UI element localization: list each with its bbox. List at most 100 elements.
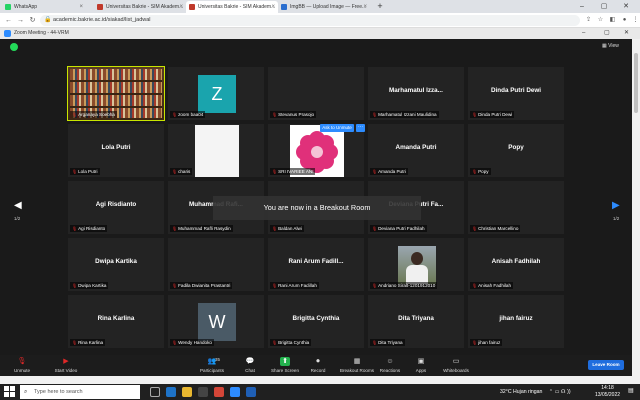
participant-tile[interactable]: 🎙Arganaya Soebha (67, 66, 165, 121)
toolbar-share-screen-button[interactable]: ⬆ Share Screen (270, 357, 300, 373)
maximize-icon[interactable]: ▢ (594, 0, 614, 13)
participant-tile[interactable]: Agi Risdianto 🎙Agi Risdianto (67, 180, 165, 235)
mic-muted-icon: 🎙 (472, 169, 478, 174)
security-shield-icon[interactable] (10, 43, 18, 51)
participant-tile[interactable]: Z 🎙zoom baa04 (167, 66, 265, 121)
reload-icon[interactable]: ↻ (27, 15, 38, 26)
participant-tile[interactable]: 🎙Stevanus Prasojo (267, 66, 365, 121)
view-button[interactable]: ▦ View (602, 43, 619, 49)
participant-label: 🎙Wendy Handoko (170, 339, 214, 346)
toolbar-breakout-rooms-button[interactable]: ▦ Breakout Rooms (337, 357, 377, 373)
toolbar-unmute-button[interactable]: 🎙 Unmute (8, 357, 36, 373)
participant-tile[interactable]: Amanda Putri 🎙Amanda Putri (367, 123, 465, 178)
edge-icon[interactable] (166, 387, 176, 397)
participant-label-text: Stevanus Prasojo (278, 112, 315, 117)
participant-tile[interactable]: Dita Triyana 🎙Dita Triyana (367, 294, 465, 349)
video-off-icon: ▶ (63, 358, 69, 365)
participant-tile[interactable]: Dinda Putri Dewi 🎙Dinda Putri Dewi (467, 66, 565, 121)
participant-tile[interactable]: jihan fairuz 🎙jihan fairuz (467, 294, 565, 349)
close-icon[interactable]: × (179, 1, 183, 13)
participant-tile[interactable]: Anisah Fadhilah 🎙Anisah Fadhilah (467, 237, 565, 292)
toolbar-chat-button[interactable]: 💬 Chat (240, 357, 260, 373)
toolbar-apps-button[interactable]: ▣ Apps (412, 357, 430, 373)
participant-label-text: Dwipa Kartika (78, 283, 107, 288)
participant-tile[interactable]: 🎙Christian Marcellino (467, 180, 565, 235)
participant-label: 🎙Christian Marcellino (470, 225, 521, 232)
close-icon[interactable]: × (363, 1, 367, 13)
participant-label-text: Lola Putri (78, 169, 98, 174)
participant-tile[interactable]: Dwipa Kartika 🎙Dwipa Kartika (67, 237, 165, 292)
close-icon[interactable]: × (79, 1, 83, 13)
store-icon[interactable] (198, 387, 208, 397)
toolbar-whiteboards-button[interactable]: ▭ Whiteboards (440, 357, 472, 373)
task-view-icon[interactable] (150, 387, 160, 397)
toolbar-label: Start Video (54, 368, 78, 373)
zoom-icon (4, 30, 11, 37)
taskbar-search[interactable]: ⌕ Type here to search (20, 385, 140, 399)
mic-muted-icon: 🎙 (372, 226, 378, 231)
toolbar-label: Apps (415, 368, 427, 373)
minimize-icon[interactable]: – (572, 0, 592, 13)
tray-icons[interactable]: ⌃ ▭ ☊ )) (549, 389, 571, 395)
new-tab-button[interactable]: + (370, 0, 390, 13)
participant-tile[interactable]: Rani Arum Fadill... 🎙Rani Arum Fadillah (267, 237, 365, 292)
participant-tile[interactable]: 🎙Andriano Siralt-1201912010 (367, 237, 465, 292)
participant-label-text: Christian Marcellino (478, 226, 519, 231)
participant-label: 🎙Popy (470, 168, 491, 175)
close-icon[interactable]: ✕ (624, 28, 629, 39)
participant-tile[interactable]: Brigitta Cynthia 🎙Brigitta Cynthia (267, 294, 365, 349)
participant-tile[interactable]: 🎙charis (167, 123, 265, 178)
toolbar-record-button[interactable]: ⏺ Record (308, 357, 328, 373)
breakout-room-notice: You are now in a Breakout Room (213, 196, 421, 220)
toolbar-participants-button[interactable]: 👥 Participants (196, 357, 228, 373)
avatar: W (198, 303, 236, 341)
toolbar-reactions-button[interactable]: ☺ Reactions (378, 357, 402, 373)
ask-to-unmute-button[interactable]: Ask to Unmute (320, 124, 354, 132)
participant-tile[interactable]: W 🎙Wendy Handoko (167, 294, 265, 349)
close-window-icon[interactable]: ✕ (616, 0, 636, 13)
mic-muted-icon: 🎙 (372, 169, 378, 174)
close-icon[interactable]: × (271, 1, 275, 13)
participant-tile[interactable]: 🎙Fadila Dwianita Prastantri (167, 237, 265, 292)
participant-label-text: SRI IVARIEE ANI (278, 169, 314, 174)
toolbar-label: Chat (245, 368, 255, 373)
tab-imgbb[interactable]: ImgBB — Upload Image — Free... × (278, 1, 370, 13)
star-icon[interactable]: ☆ (596, 16, 605, 25)
whiteboards-icon: ▭ (452, 358, 460, 365)
participant-label: 🎙Arganaya Soebha (70, 111, 117, 118)
scrollbar-thumb[interactable] (634, 53, 638, 113)
page-right-icon[interactable]: ▶ (612, 200, 620, 211)
extensions-icon[interactable]: ◧ (608, 16, 617, 25)
tab-sim-akademik-2[interactable]: Universitas Bakrie - SIM Akadem... × (186, 1, 278, 13)
mic-muted-icon: 🎙 (72, 226, 78, 231)
tab-whatsapp[interactable]: WhatsApp × (2, 1, 86, 13)
chrome-icon[interactable] (214, 387, 224, 397)
reactions-icon: ☺ (386, 358, 394, 365)
participant-label-text: Wendy Handoko (178, 340, 212, 345)
share-icon[interactable]: ⇪ (584, 16, 593, 25)
toolbar-start-video-button[interactable]: ▶ Start Video (48, 357, 84, 373)
taskbar-clock[interactable]: 14:18 13/05/2022 (595, 385, 620, 398)
participant-tile[interactable]: Lola Putri 🎙Lola Putri (67, 123, 165, 178)
windows-start-icon[interactable] (4, 386, 16, 398)
participant-tile[interactable]: Rina Karlina 🎙Rina Karlina (67, 294, 165, 349)
maximize-icon[interactable]: ▢ (604, 28, 610, 39)
zoom-taskbar-icon[interactable] (230, 387, 240, 397)
forward-icon[interactable]: → (15, 15, 26, 26)
participant-tile[interactable]: Marhamatul Izza... 🎙Marhamatul Izzani Mau… (367, 66, 465, 121)
menu-icon[interactable]: ⋮ (631, 16, 640, 25)
tab-sim-akademik-1[interactable]: Universitas Bakrie - SIM Akadem... × (94, 1, 186, 13)
page-left-icon[interactable]: ◀ (14, 200, 22, 211)
word-icon[interactable] (246, 387, 256, 397)
back-icon[interactable]: ← (3, 15, 14, 26)
url-field[interactable]: 🔒 academic.bakrie.ac.id/siakad/list_jadw… (40, 15, 580, 26)
participant-tile[interactable]: Popy 🎙Popy (467, 123, 565, 178)
page-scrollbar[interactable] (632, 39, 640, 376)
file-explorer-icon[interactable] (182, 387, 192, 397)
leave-room-button[interactable]: Leave Room (588, 360, 624, 370)
notifications-icon[interactable]: ▤ (628, 387, 634, 397)
minimize-icon[interactable]: – (582, 28, 585, 39)
profile-icon[interactable]: ● (620, 16, 629, 25)
mic-muted-icon: 🎙 (172, 112, 178, 117)
more-options-button[interactable]: ··· (356, 124, 365, 132)
